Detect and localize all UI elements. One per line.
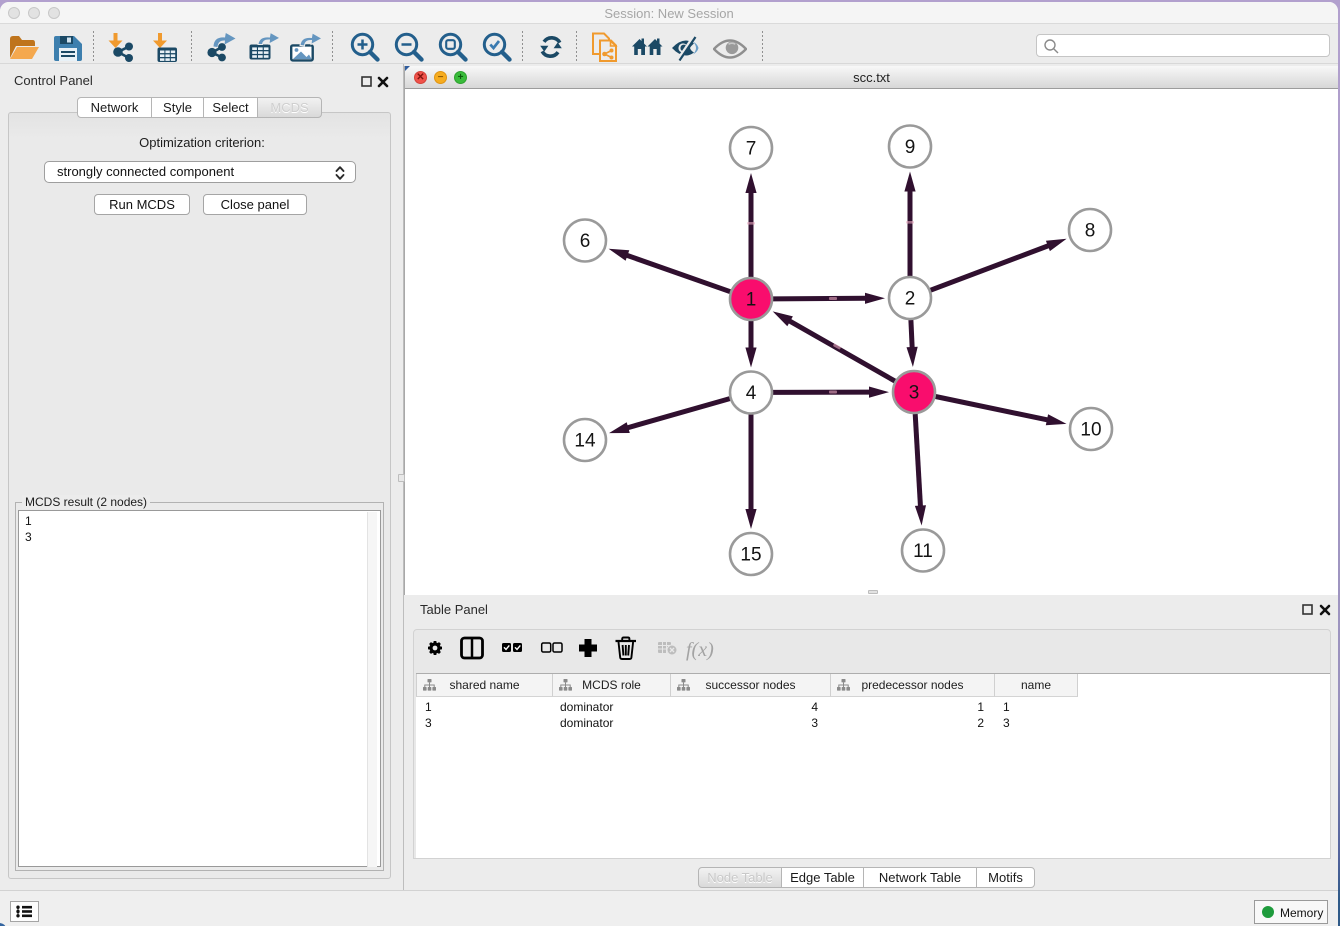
svg-text:9: 9 bbox=[905, 137, 916, 158]
svg-text:1: 1 bbox=[746, 290, 757, 311]
svg-text:15: 15 bbox=[740, 545, 761, 566]
svg-text:4: 4 bbox=[746, 383, 757, 404]
svg-text:2: 2 bbox=[905, 289, 916, 310]
svg-text:f(x): f(x) bbox=[686, 639, 714, 661]
svg-text:10: 10 bbox=[1080, 420, 1101, 441]
svg-text:7: 7 bbox=[746, 139, 757, 160]
svg-text:6: 6 bbox=[580, 231, 591, 252]
svg-text:11: 11 bbox=[913, 541, 933, 562]
svg-text:14: 14 bbox=[574, 431, 596, 452]
svg-text:3: 3 bbox=[909, 383, 920, 404]
svg-text:8: 8 bbox=[1085, 221, 1096, 242]
